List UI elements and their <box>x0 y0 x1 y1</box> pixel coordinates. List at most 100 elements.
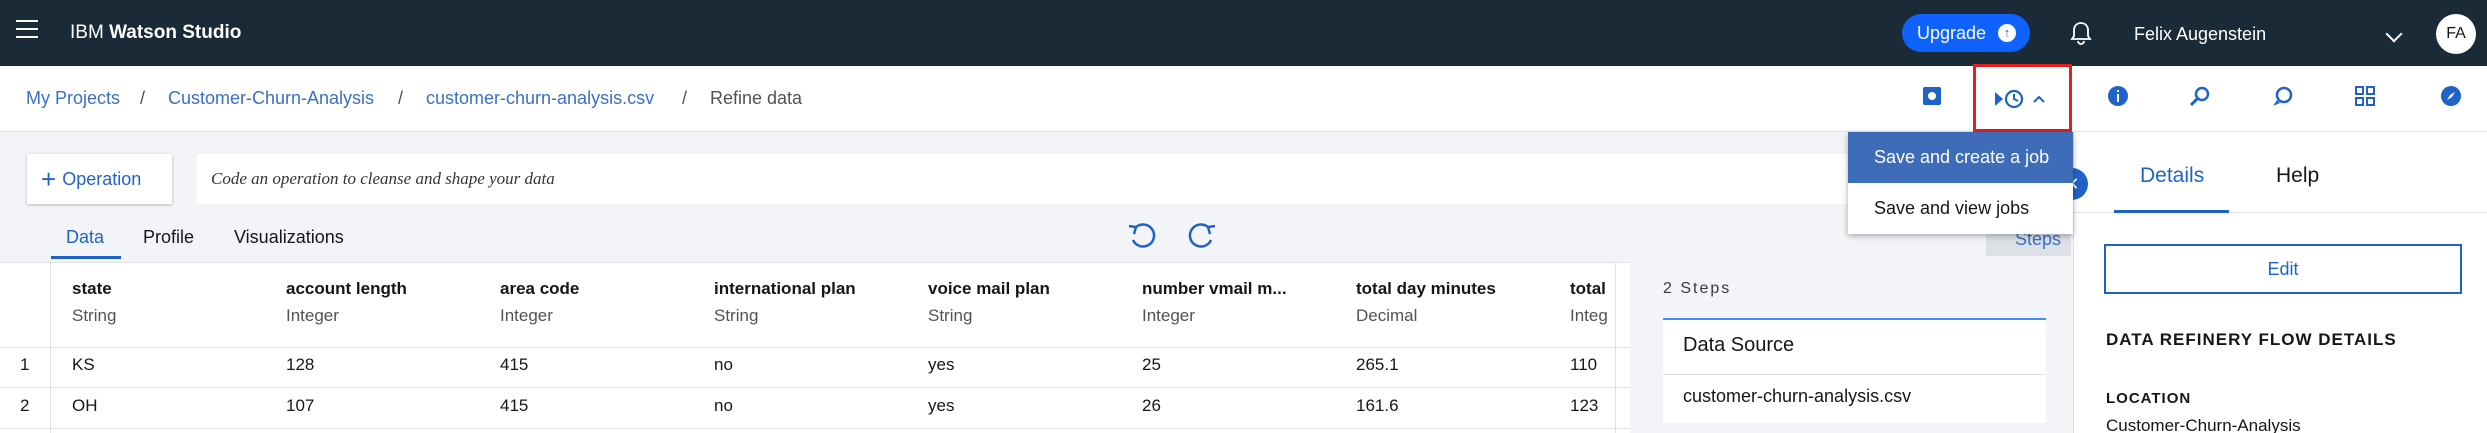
menu-item-save-view-jobs[interactable]: Save and view jobs <box>1848 183 2073 234</box>
column-header-total-day-minutes[interactable]: total day minutes Decimal <box>1356 279 1496 326</box>
table-cell[interactable]: yes <box>928 355 954 375</box>
jobs-dropdown-menu: Save and create a job Save and view jobs <box>1848 132 2073 234</box>
tab-profile[interactable]: Profile <box>143 227 194 248</box>
user-name[interactable]: Felix Augenstein <box>2134 24 2266 45</box>
column-name: total day minutes <box>1356 279 1496 298</box>
column-header-number-vmail[interactable]: number vmail m... Integer <box>1142 279 1287 326</box>
breadcrumb-separator: / <box>398 88 404 108</box>
table-cell[interactable]: 26 <box>1142 396 1161 416</box>
steps-count: 2 Steps <box>1663 280 1732 297</box>
search-icon[interactable] <box>2185 84 2215 114</box>
brand-title[interactable]: IBM Watson Studio <box>70 22 241 44</box>
card-divider <box>1663 374 2046 375</box>
table-cell[interactable]: no <box>714 355 733 375</box>
column-name: number vmail m... <box>1142 279 1287 298</box>
table-cell[interactable]: 415 <box>500 396 528 416</box>
brand-prefix: IBM <box>70 22 104 43</box>
column-header-state[interactable]: state String <box>72 279 116 326</box>
column-type: Integ <box>1570 306 1608 325</box>
chevron-down-icon[interactable] <box>2385 25 2403 43</box>
row-divider <box>0 428 1630 429</box>
table-edge <box>1615 263 1616 433</box>
upgrade-button[interactable]: Upgrade ↑ <box>1902 14 2030 52</box>
column-name: area code <box>500 279 580 298</box>
column-header-total[interactable]: total Integ <box>1570 279 1608 326</box>
notification-bell-icon[interactable] <box>2068 20 2094 46</box>
table-cell[interactable]: 123 <box>1570 396 1598 416</box>
menu-icon[interactable] <box>16 20 38 42</box>
plus-icon: + <box>41 164 57 194</box>
add-operation-button[interactable]: + Operation <box>27 154 172 204</box>
info-icon[interactable] <box>2103 84 2133 114</box>
column-header-account-length[interactable]: account length Integer <box>286 279 407 326</box>
row-number: 2 <box>20 396 30 415</box>
breadcrumb-file[interactable]: customer-churn-analysis.csv <box>426 88 654 109</box>
row-number-divider <box>50 263 51 433</box>
details-heading: DATA REFINERY FLOW DETAILS <box>2106 330 2397 349</box>
breadcrumb-separator: / <box>140 88 146 108</box>
column-name: total <box>1570 279 1606 298</box>
save-icon[interactable] <box>1917 84 1947 114</box>
column-name: voice mail plan <box>928 279 1050 298</box>
breadcrumb-current: Refine data <box>710 88 803 108</box>
column-type: Decimal <box>1356 306 1418 325</box>
column-type: String <box>928 306 973 325</box>
column-header-voice-mail-plan[interactable]: voice mail plan String <box>928 279 1050 326</box>
operation-label: Operation <box>62 169 142 189</box>
tab-help[interactable]: Help <box>2276 164 2319 188</box>
column-type: String <box>714 306 759 325</box>
tab-data[interactable]: Data <box>66 227 104 248</box>
tab-details[interactable]: Details <box>2140 164 2204 188</box>
table-cell[interactable]: 110 <box>1570 355 1597 375</box>
redo-icon[interactable] <box>1183 218 1219 254</box>
table-cell[interactable]: 107 <box>286 396 314 416</box>
column-type: Integer <box>1142 306 1195 325</box>
column-type: Integer <box>500 306 553 325</box>
grid-icon[interactable] <box>2350 84 2380 114</box>
tab-active-indicator <box>51 256 121 259</box>
table-cell[interactable]: 265.1 <box>1356 355 1399 375</box>
breadcrumb-my-projects[interactable]: My Projects <box>26 88 120 109</box>
table-cell[interactable]: KS <box>72 355 95 375</box>
undo-icon[interactable] <box>1125 218 1161 254</box>
data-table: state String account length Integer area c… <box>0 262 1630 433</box>
column-name: account length <box>286 279 407 298</box>
table-cell[interactable]: 415 <box>500 355 528 375</box>
table-cell[interactable]: OH <box>72 396 98 416</box>
table-cell[interactable]: 161.6 <box>1356 396 1399 416</box>
location-value: Customer-Churn-Analysis <box>2106 416 2301 433</box>
location-heading: LOCATION <box>2106 390 2192 407</box>
column-name: state <box>72 279 112 298</box>
chat-icon[interactable] <box>2267 84 2297 114</box>
details-side-panel: Details Help Edit DATA REFINERY FLOW DET… <box>2073 132 2487 433</box>
row-number: 1 <box>20 355 30 374</box>
breadcrumb: My Projects / Customer-Churn-Analysis / … <box>0 66 2487 132</box>
top-header: IBM Watson Studio Upgrade ↑ Felix Augenst… <box>0 0 2487 66</box>
table-cell[interactable]: 25 <box>1142 355 1161 375</box>
upgrade-label: Upgrade <box>1917 23 1987 43</box>
data-source-step[interactable]: Data Source customer-churn-analysis.csv <box>1663 318 2046 423</box>
breadcrumb-separator: / <box>682 88 688 108</box>
upgrade-arrow-icon: ↑ <box>1998 24 2016 42</box>
tab-visualizations[interactable]: Visualizations <box>234 227 344 248</box>
column-type: Integer <box>286 306 339 325</box>
breadcrumb-project[interactable]: Customer-Churn-Analysis <box>168 88 374 109</box>
column-header-area-code[interactable]: area code Integer <box>500 279 579 326</box>
column-type: String <box>72 306 117 325</box>
compass-icon[interactable] <box>2436 84 2466 114</box>
brand-name: Watson Studio <box>109 22 242 43</box>
column-name: international plan <box>714 279 856 298</box>
menu-item-save-create-job[interactable]: Save and create a job <box>1848 132 2073 183</box>
data-source-title: Data Source <box>1683 334 1795 356</box>
header-divider <box>0 347 1630 348</box>
table-cell[interactable]: no <box>714 396 733 416</box>
table-cell[interactable]: 128 <box>286 355 314 375</box>
column-header-international-plan[interactable]: international plan String <box>714 279 856 326</box>
edit-button[interactable]: Edit <box>2104 244 2462 294</box>
avatar[interactable]: FA <box>2436 14 2476 54</box>
code-operation-input[interactable]: Code an operation to cleanse and shape y… <box>197 154 1847 204</box>
data-source-file: customer-churn-analysis.csv <box>1683 386 1912 406</box>
jobs-highlight-box <box>1973 64 2072 132</box>
tab-active-indicator <box>2114 210 2229 213</box>
table-cell[interactable]: yes <box>928 396 954 416</box>
